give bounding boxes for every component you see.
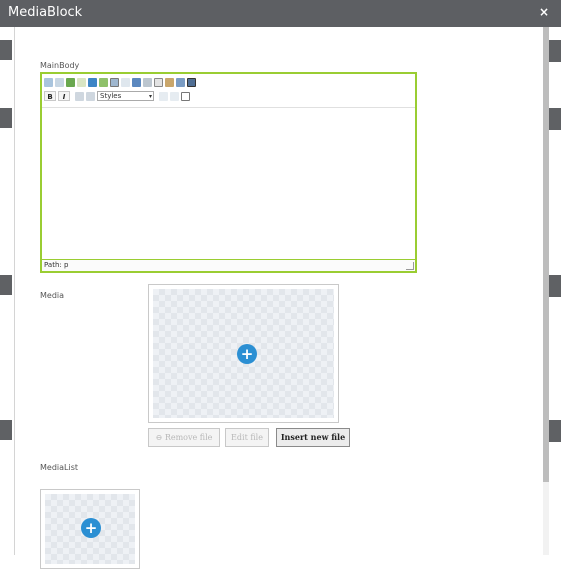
background-stub xyxy=(0,275,12,295)
editor-path: Path: p xyxy=(44,261,69,269)
background-stub xyxy=(0,420,12,440)
remove-file-button[interactable]: ⊖ Remove file xyxy=(148,428,220,447)
medialist-label: MediaList xyxy=(40,463,79,472)
search-icon[interactable] xyxy=(181,91,190,101)
image-icon[interactable] xyxy=(66,77,75,87)
styles-dropdown[interactable]: Styles ▾ xyxy=(97,91,154,101)
insert-new-file-button[interactable]: Insert new file xyxy=(276,428,350,447)
copy-icon[interactable] xyxy=(154,77,163,87)
bullet-list-icon[interactable] xyxy=(75,91,84,101)
link-icon[interactable] xyxy=(55,77,64,87)
source-icon[interactable] xyxy=(187,77,196,87)
paste-icon[interactable] xyxy=(44,77,53,87)
resize-grip-icon[interactable] xyxy=(406,262,414,270)
scrollbar-thumb[interactable] xyxy=(543,27,549,482)
redo-icon[interactable] xyxy=(170,91,179,101)
scrollbar[interactable] xyxy=(543,27,549,555)
editor-content-area[interactable] xyxy=(42,107,415,259)
dialog-title: MediaBlock xyxy=(8,5,83,20)
table-icon[interactable] xyxy=(99,77,108,87)
editor-toolbar-row-2: B I Styles ▾ xyxy=(44,90,190,102)
close-icon[interactable]: × xyxy=(539,5,549,19)
styles-dropdown-value: Styles xyxy=(100,92,122,100)
editor-statusbar: Path: p xyxy=(42,259,415,271)
paste-text-icon[interactable] xyxy=(165,77,174,87)
rich-text-editor[interactable]: B I Styles ▾ Path: p xyxy=(40,72,417,273)
paste-word-icon[interactable] xyxy=(176,77,185,87)
editor-toolbar-row-1 xyxy=(44,76,196,88)
italic-button[interactable]: I xyxy=(58,91,70,101)
edit-file-button[interactable]: Edit file xyxy=(225,428,269,447)
unlink-icon[interactable] xyxy=(121,77,130,87)
insert-icon[interactable] xyxy=(132,77,141,87)
numbered-list-icon[interactable] xyxy=(86,91,95,101)
media-placeholder: + xyxy=(153,289,334,418)
media-icon[interactable] xyxy=(88,77,97,87)
cut-icon[interactable] xyxy=(143,77,152,87)
add-medialist-plus-icon[interactable]: + xyxy=(81,518,101,538)
medialist-dropzone[interactable]: + xyxy=(40,489,140,569)
bold-button[interactable]: B xyxy=(44,91,56,101)
undo-icon[interactable] xyxy=(159,91,168,101)
check-icon[interactable] xyxy=(77,77,86,87)
anchor-icon[interactable] xyxy=(110,77,119,87)
media-label: Media xyxy=(40,291,65,300)
dialog-titlebar: MediaBlock × xyxy=(0,0,561,27)
mainbody-label: MainBody xyxy=(40,61,80,70)
chevron-down-icon: ▾ xyxy=(148,93,152,100)
background-stub xyxy=(0,108,12,128)
background-stub xyxy=(0,40,12,60)
add-media-plus-icon[interactable]: + xyxy=(237,344,257,364)
media-dropzone[interactable]: + xyxy=(148,284,339,423)
medialist-placeholder: + xyxy=(45,494,135,564)
